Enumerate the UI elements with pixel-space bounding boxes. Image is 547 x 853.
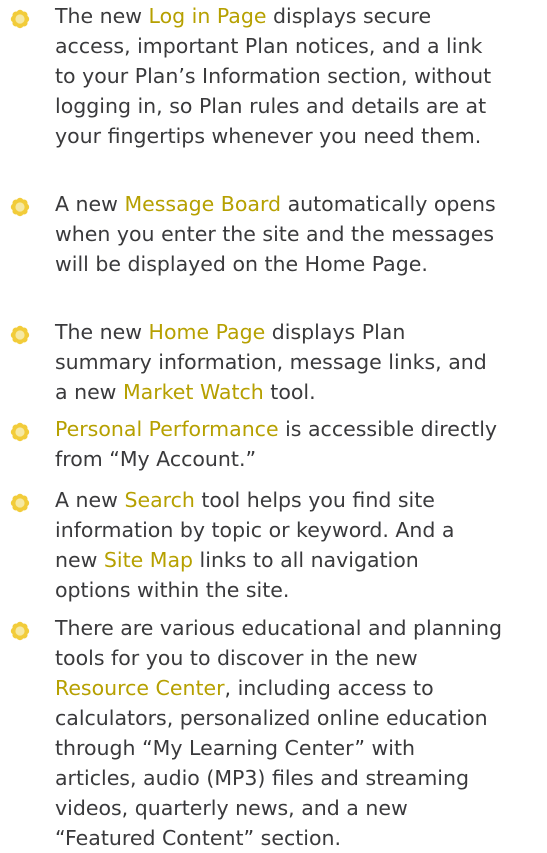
text-segment: will be displayed on the Home Page. [55,252,428,276]
text-line: to your Plan’s Information section, with… [55,61,545,91]
text-line: The new Home Page displays Plan [55,317,545,347]
text-segment: when you enter the site and the messages [55,222,495,246]
text-segment: There are various educational and planni… [55,616,502,640]
text-line: summary information, message links, and [55,347,545,377]
text-segment: tool. [263,380,316,404]
yellow-flower-icon [10,197,30,217]
text-line: calculators, personalized online educati… [55,703,545,733]
text-segment: displays Plan [265,320,406,344]
text-line: The new Log in Page displays secure [55,1,545,31]
yellow-flower-icon [10,621,30,641]
text-segment: videos, quarterly news, and a new [55,796,408,820]
bullet-text: There are various educational and planni… [55,613,545,853]
text-line: videos, quarterly news, and a new [55,793,545,823]
text-line: logging in, so Plan rules and details ar… [55,91,545,121]
text-segment: your fingertips whenever you need them. [55,124,482,148]
text-segment: “Featured Content” section. [55,826,341,850]
text-segment: A new [55,192,125,216]
text-line: your fingertips whenever you need them. [55,121,545,151]
text-segment: articles, audio (MP3) files and streamin… [55,766,469,790]
text-segment: calculators, personalized online educati… [55,706,488,730]
text-segment: , including access to [224,676,434,700]
text-line: access, important Plan notices, and a li… [55,31,545,61]
yellow-flower-icon [10,325,30,345]
yellow-flower-icon [10,9,30,29]
bullet-text: Personal Performance is accessible direc… [55,414,545,474]
text-line: through “My Learning Center” with [55,733,545,763]
text-segment: tools for you to discover in the new [55,646,418,670]
text-segment: The new [55,4,149,28]
text-line: There are various educational and planni… [55,613,545,643]
text-segment: to your Plan’s Information section, with… [55,64,492,88]
text-segment: The new [55,320,149,344]
bullet-text: The new Log in Page displays secure acces… [55,1,545,151]
text-segment: A new [55,488,125,512]
text-segment: options within the site. [55,578,290,602]
text-segment: tool helps you find site [194,488,435,512]
bullet-text: The new Home Page displays Plan summary i… [55,317,545,407]
text-segment: access, important Plan notices, and a li… [55,34,483,58]
highlighted-term: Personal Performance [55,417,279,441]
bullet-text: A new Message Board automatically opens w… [55,189,545,279]
text-line: Personal Performance is accessible direc… [55,414,545,444]
text-line: A new Message Board automatically opens [55,189,545,219]
highlighted-term: Market Watch [122,380,264,404]
text-segment: is accessible directly [278,417,498,441]
text-line: Resource Center, including access to [55,673,545,703]
text-segment: summary information, message links, and [55,350,487,374]
text-line: A new Search tool helps you find site [55,485,545,515]
text-line: from “My Account.” [55,444,545,474]
text-segment: links to all navigation [193,548,419,572]
text-segment: displays secure [266,4,432,28]
highlighted-term: Search [124,488,195,512]
text-line: options within the site. [55,575,545,605]
text-line: when you enter the site and the messages [55,219,545,249]
text-segment: new [55,548,104,572]
text-segment: information by topic or keyword. And a [55,518,455,542]
text-segment: from “My Account.” [55,447,257,471]
text-line: articles, audio (MP3) files and streamin… [55,763,545,793]
text-line: will be displayed on the Home Page. [55,249,545,279]
bullet-text: A new Search tool helps you find site inf… [55,485,545,605]
highlighted-term: Home Page [148,320,266,344]
text-line: information by topic or keyword. And a [55,515,545,545]
text-line: new Site Map links to all navigation [55,545,545,575]
text-line: tools for you to discover in the new [55,643,545,673]
yellow-flower-icon [10,422,30,442]
highlighted-term: Message Board [124,192,282,216]
text-segment: logging in, so Plan rules and details ar… [55,94,487,118]
highlighted-term: Log in Page [148,4,267,28]
text-segment: through “My Learning Center” with [55,736,416,760]
text-line: “Featured Content” section. [55,823,545,853]
highlighted-term: Site Map [103,548,194,572]
text-segment: a new [55,380,123,404]
text-segment: automatically opens [281,192,496,216]
highlighted-term: Resource Center [55,676,225,700]
text-line: a new Market Watch tool. [55,377,545,407]
yellow-flower-icon [10,493,30,513]
